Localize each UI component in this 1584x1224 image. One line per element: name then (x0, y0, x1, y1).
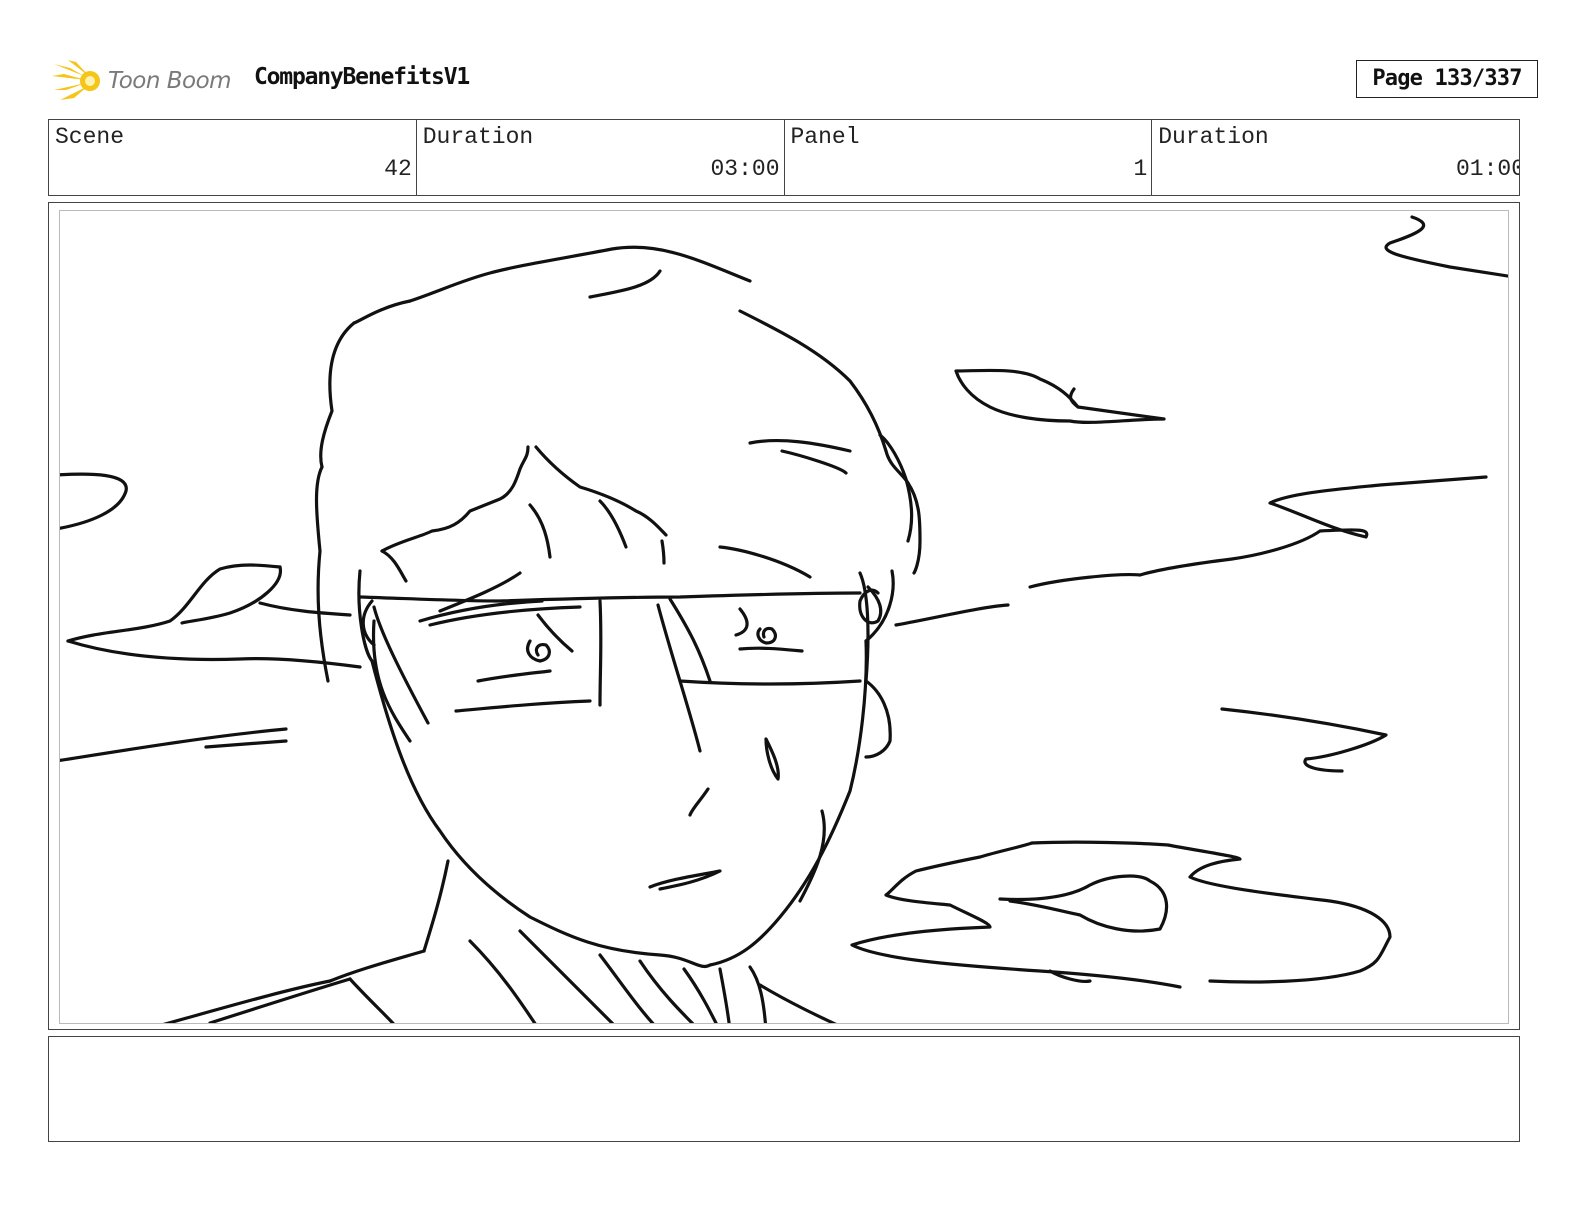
page-indicator: Page 133/337 (1356, 60, 1538, 98)
project-title: CompanyBenefitsV1 (254, 64, 470, 90)
starburst-icon (52, 60, 100, 100)
toon-boom-logo: Toon Boom (50, 56, 240, 106)
scene-value: 42 (384, 156, 412, 182)
scene-cell: Scene 42 (49, 120, 417, 195)
scene-duration-label: Duration (422, 124, 534, 150)
panel-label: Panel (790, 124, 860, 150)
panel-duration-value: 01:00 (1455, 156, 1519, 182)
panel-cell: Panel 1 (785, 120, 1153, 195)
panel-value: 1 (1133, 156, 1148, 182)
scene-duration-value: 03:00 (710, 156, 780, 182)
scene-duration-cell: Duration 03:00 (417, 120, 785, 195)
storyboard-panel (48, 202, 1520, 1030)
panel-drawing-area (59, 210, 1509, 1024)
logo-wordmark: Toon Boom (108, 68, 232, 94)
page-header: Toon Boom CompanyBenefitsV1 Page 133/337 (48, 54, 1538, 110)
character-sketch-icon (60, 215, 1508, 1023)
panel-duration-cell: Duration 01:00 (1152, 120, 1519, 195)
scene-info-row: Scene 42 Duration 03:00 Panel 1 Duration… (48, 119, 1520, 196)
scene-label: Scene (55, 124, 125, 150)
panel-notes-box (48, 1036, 1520, 1142)
panel-duration-label: Duration (1158, 124, 1269, 150)
